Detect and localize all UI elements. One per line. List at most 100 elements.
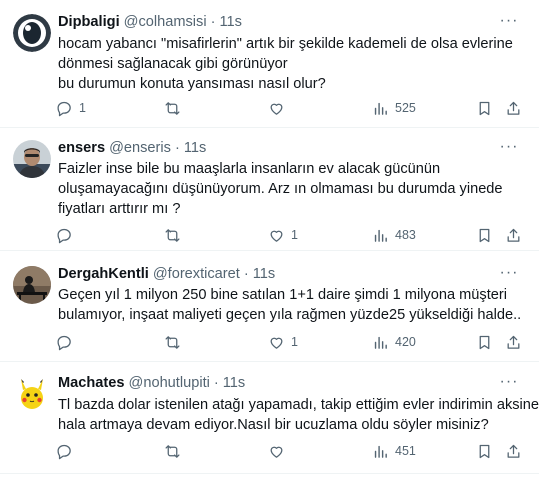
tweet-text-line: hala artmaya devam ediyor.Nasıl bir ucuz… [58,417,489,433]
tweet-actions: 451 [0,441,539,461]
separator-dot: · [210,14,216,30]
reply-count: 1 [79,101,86,115]
author-name[interactable]: Machates [58,375,125,391]
retweet-button[interactable] [164,441,187,461]
views-button[interactable]: 525 [372,98,416,118]
tweet-text-line: fiyatları arttırır mı ? [58,201,181,217]
reply-icon [57,335,71,350]
retweet-icon [165,101,180,115]
reply-button[interactable] [56,332,79,352]
tweet-text-line: oluşamayacağını düşünüyorum. Arz ın olma… [58,181,503,197]
retweet-button[interactable] [164,225,187,245]
retweet-icon [165,444,180,458]
retweet-icon [165,228,180,242]
like-button[interactable]: 1 [268,332,298,352]
tweet-text-line: bu durumun konuta yansıması nasıl olur? [58,76,326,92]
bookmark-icon [479,101,490,115]
tweet-text-line: dönmesi sağlanacak gibi görünüyor [58,56,288,72]
more-dots-icon[interactable]: ··· [497,265,521,286]
avatar[interactable] [13,140,51,178]
like-button[interactable] [268,98,291,118]
heart-icon [270,446,283,458]
timestamp[interactable]: 11s [223,375,245,391]
heart-icon [270,337,283,349]
tweet-text-line: bulamıyor, inşaat maliyeti geçen yıla ra… [58,307,522,323]
eye-logo-avatar-icon [13,14,51,52]
retweet-button[interactable] [164,332,187,352]
like-count: 1 [291,335,298,349]
views-chart-icon [374,336,387,349]
author-name[interactable]: Dipbaligi [58,14,120,30]
more-dots-icon[interactable]: ··· [497,139,521,160]
views-count: 483 [395,228,416,242]
timestamp[interactable]: 11s [219,14,241,30]
views-button[interactable]: 451 [372,441,416,461]
author-name[interactable]: ensers [58,140,105,156]
bookmark-button[interactable] [476,98,493,118]
tweet-text-line: Faizler inse bile bu maaşlarla insanları… [58,161,441,177]
timestamp[interactable]: 11s [253,266,275,282]
bookmark-button[interactable] [476,332,493,352]
tweet-item[interactable]: Dipbaligi @colhamsisi · 11s ··· hocam ya… [0,0,539,128]
author-handle[interactable]: @nohutlupiti [129,375,210,391]
bookmark-button[interactable] [476,225,493,245]
share-button[interactable] [505,225,522,245]
reply-button[interactable]: 1 [56,98,86,118]
views-button[interactable]: 483 [372,225,416,245]
share-button[interactable] [505,441,522,461]
avatar[interactable] [13,375,51,413]
tweet-item[interactable]: DergahKentli @forexticaret · 11s ··· Geç… [0,251,539,362]
author-handle[interactable]: @colhamsisi [124,14,207,30]
tweet-actions: 1 525 [0,98,539,118]
person-photo-avatar-icon [13,140,51,178]
tweet-actions: 1 483 [0,225,539,245]
tweet-header: Dipbaligi @colhamsisi · 11s [58,12,489,32]
bookmark-icon [479,335,490,349]
tweet-text: Faizler inse bile bu maaşlarla insanları… [58,159,517,219]
retweet-button[interactable] [164,98,187,118]
silhouette-bench-avatar-icon [13,266,51,304]
tweet-text-line: Tl bazda dolar istenilen atağı yapamadı,… [58,397,539,413]
timestamp[interactable]: 11s [184,140,206,156]
more-dots-icon[interactable]: ··· [497,374,521,395]
separator-dot: · [243,266,249,282]
reply-button[interactable] [56,225,79,245]
tweet-text-line: Geçen yıl 1 milyon 250 bine satılan 1+1 … [58,287,507,303]
share-icon [507,335,520,349]
heart-icon [270,230,283,242]
like-button[interactable]: 1 [268,225,298,245]
tweet-header: DergahKentli @forexticaret · 11s [58,264,489,284]
pikachu-avatar-icon [13,375,51,413]
more-dots-icon[interactable]: ··· [497,13,521,34]
like-button[interactable] [268,441,291,461]
heart-icon [270,103,283,115]
views-chart-icon [374,445,387,458]
author-handle[interactable]: @enseris [109,140,171,156]
like-count: 1 [291,228,298,242]
bookmark-button[interactable] [476,441,493,461]
share-icon [507,444,520,458]
tweet-feed: Dipbaligi @colhamsisi · 11s ··· hocam ya… [0,0,539,478]
views-chart-icon [374,229,387,242]
tweet-actions: 1 420 [0,332,539,352]
tweet-header: Machates @nohutlupiti · 11s [58,373,489,393]
views-count: 420 [395,335,416,349]
bookmark-icon [479,444,490,458]
share-button[interactable] [505,98,522,118]
share-button[interactable] [505,332,522,352]
views-count: 525 [395,101,416,115]
tweet-text: hocam yabancı "misafirlerin" artık bir ş… [58,34,517,94]
retweet-icon [165,335,180,349]
tweet-text: Geçen yıl 1 milyon 250 bine satılan 1+1 … [58,285,522,325]
reply-button[interactable] [56,441,79,461]
views-button[interactable]: 420 [372,332,416,352]
tweet-item[interactable]: Machates @nohutlupiti · 11s ··· Tl bazda… [0,362,539,474]
reply-icon [57,228,71,243]
author-name[interactable]: DergahKentli [58,266,149,282]
tweet-header: ensers @enseris · 11s [58,138,489,158]
avatar[interactable] [13,14,51,52]
avatar[interactable] [13,266,51,304]
separator-dot: · [174,140,180,156]
author-handle[interactable]: @forexticaret [153,266,240,282]
tweet-item[interactable]: ensers @enseris · 11s ··· Faizler inse b… [0,128,539,251]
